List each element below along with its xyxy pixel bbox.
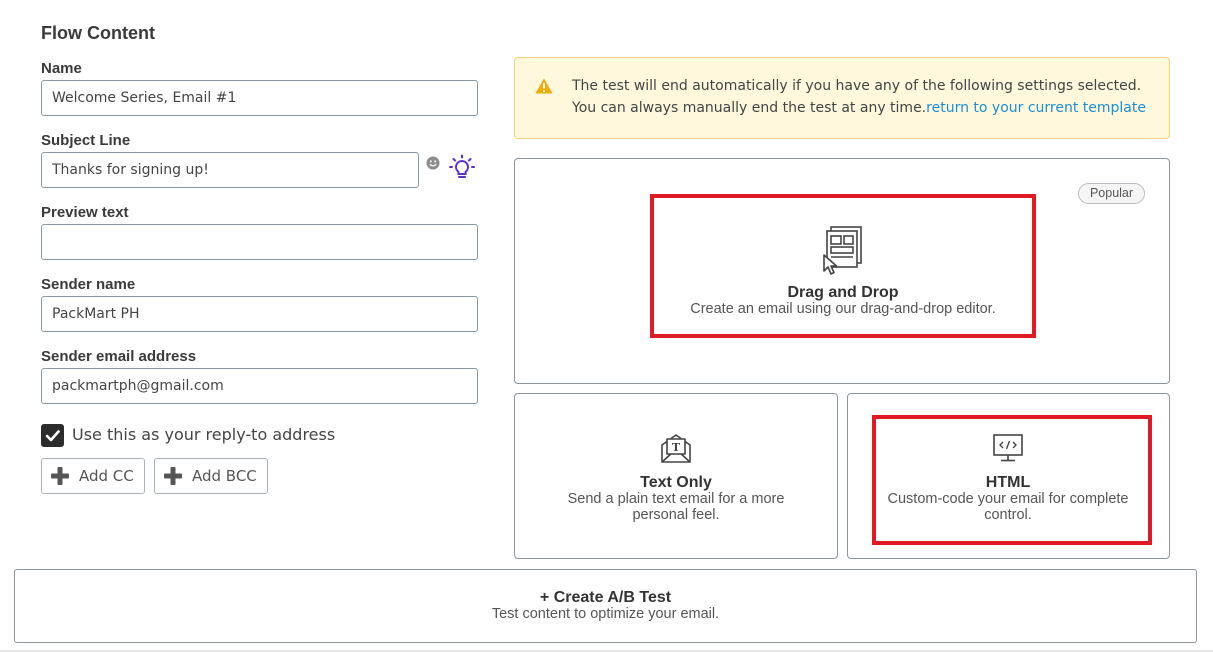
sender-email-input[interactable] (41, 368, 478, 404)
warning-icon (535, 78, 553, 94)
section-title: Flow Content (41, 23, 155, 43)
sender-name-input[interactable] (41, 296, 478, 332)
add-bcc-label: Add BCC (192, 467, 257, 485)
text-only-desc: Send a plain text email for a more perso… (567, 491, 785, 523)
reply-to-label: Use this as your reply-to address (72, 425, 336, 444)
text-only-title: Text Only (640, 474, 712, 491)
code-monitor-icon (993, 434, 1023, 462)
plus-icon (51, 467, 69, 485)
create-ab-test-desc: Test content to optimize your email. (491, 606, 720, 622)
sender-name-label: Sender name (41, 276, 136, 293)
emoji-icon[interactable] (426, 156, 440, 170)
alert-text-line2: You can always manually end the test at … (572, 100, 1146, 116)
preview-text-input[interactable] (41, 224, 478, 260)
name-label: Name (41, 60, 82, 77)
svg-text:T: T (672, 441, 681, 454)
html-title: HTML (985, 474, 1031, 491)
name-input[interactable] (41, 80, 478, 116)
alert-text-line2-start: You can always manually end the test at … (572, 100, 927, 116)
sender-email-label: Sender email address (41, 348, 197, 365)
checkmark-icon (45, 430, 60, 442)
ab-test-alert (514, 57, 1170, 139)
drag-drop-desc: Create an email using our drag-and-drop … (690, 301, 996, 317)
envelope-text-icon: T (661, 434, 691, 463)
add-cc-button[interactable]: Add CC (41, 458, 145, 494)
html-desc: Custom-code your email for complete cont… (887, 491, 1129, 523)
subject-line-label: Subject Line (41, 132, 131, 149)
create-ab-test-title: + Create A/B Test (539, 589, 672, 606)
plus-icon (164, 467, 182, 485)
reply-to-checkbox[interactable] (41, 424, 64, 447)
lightbulb-icon[interactable] (449, 154, 475, 180)
drag-drop-title: Drag and Drop (787, 284, 899, 301)
add-cc-label: Add CC (79, 467, 134, 485)
alert-text-line1: The test will end automatically if you h… (572, 78, 1142, 94)
preview-text-label: Preview text (41, 204, 129, 221)
add-bcc-button[interactable]: Add BCC (154, 458, 268, 494)
return-to-template-link[interactable]: return to your current template (926, 100, 1146, 116)
popular-badge: Popular (1078, 183, 1145, 204)
subject-line-input[interactable] (41, 152, 419, 188)
drag-drop-icon (823, 226, 862, 275)
